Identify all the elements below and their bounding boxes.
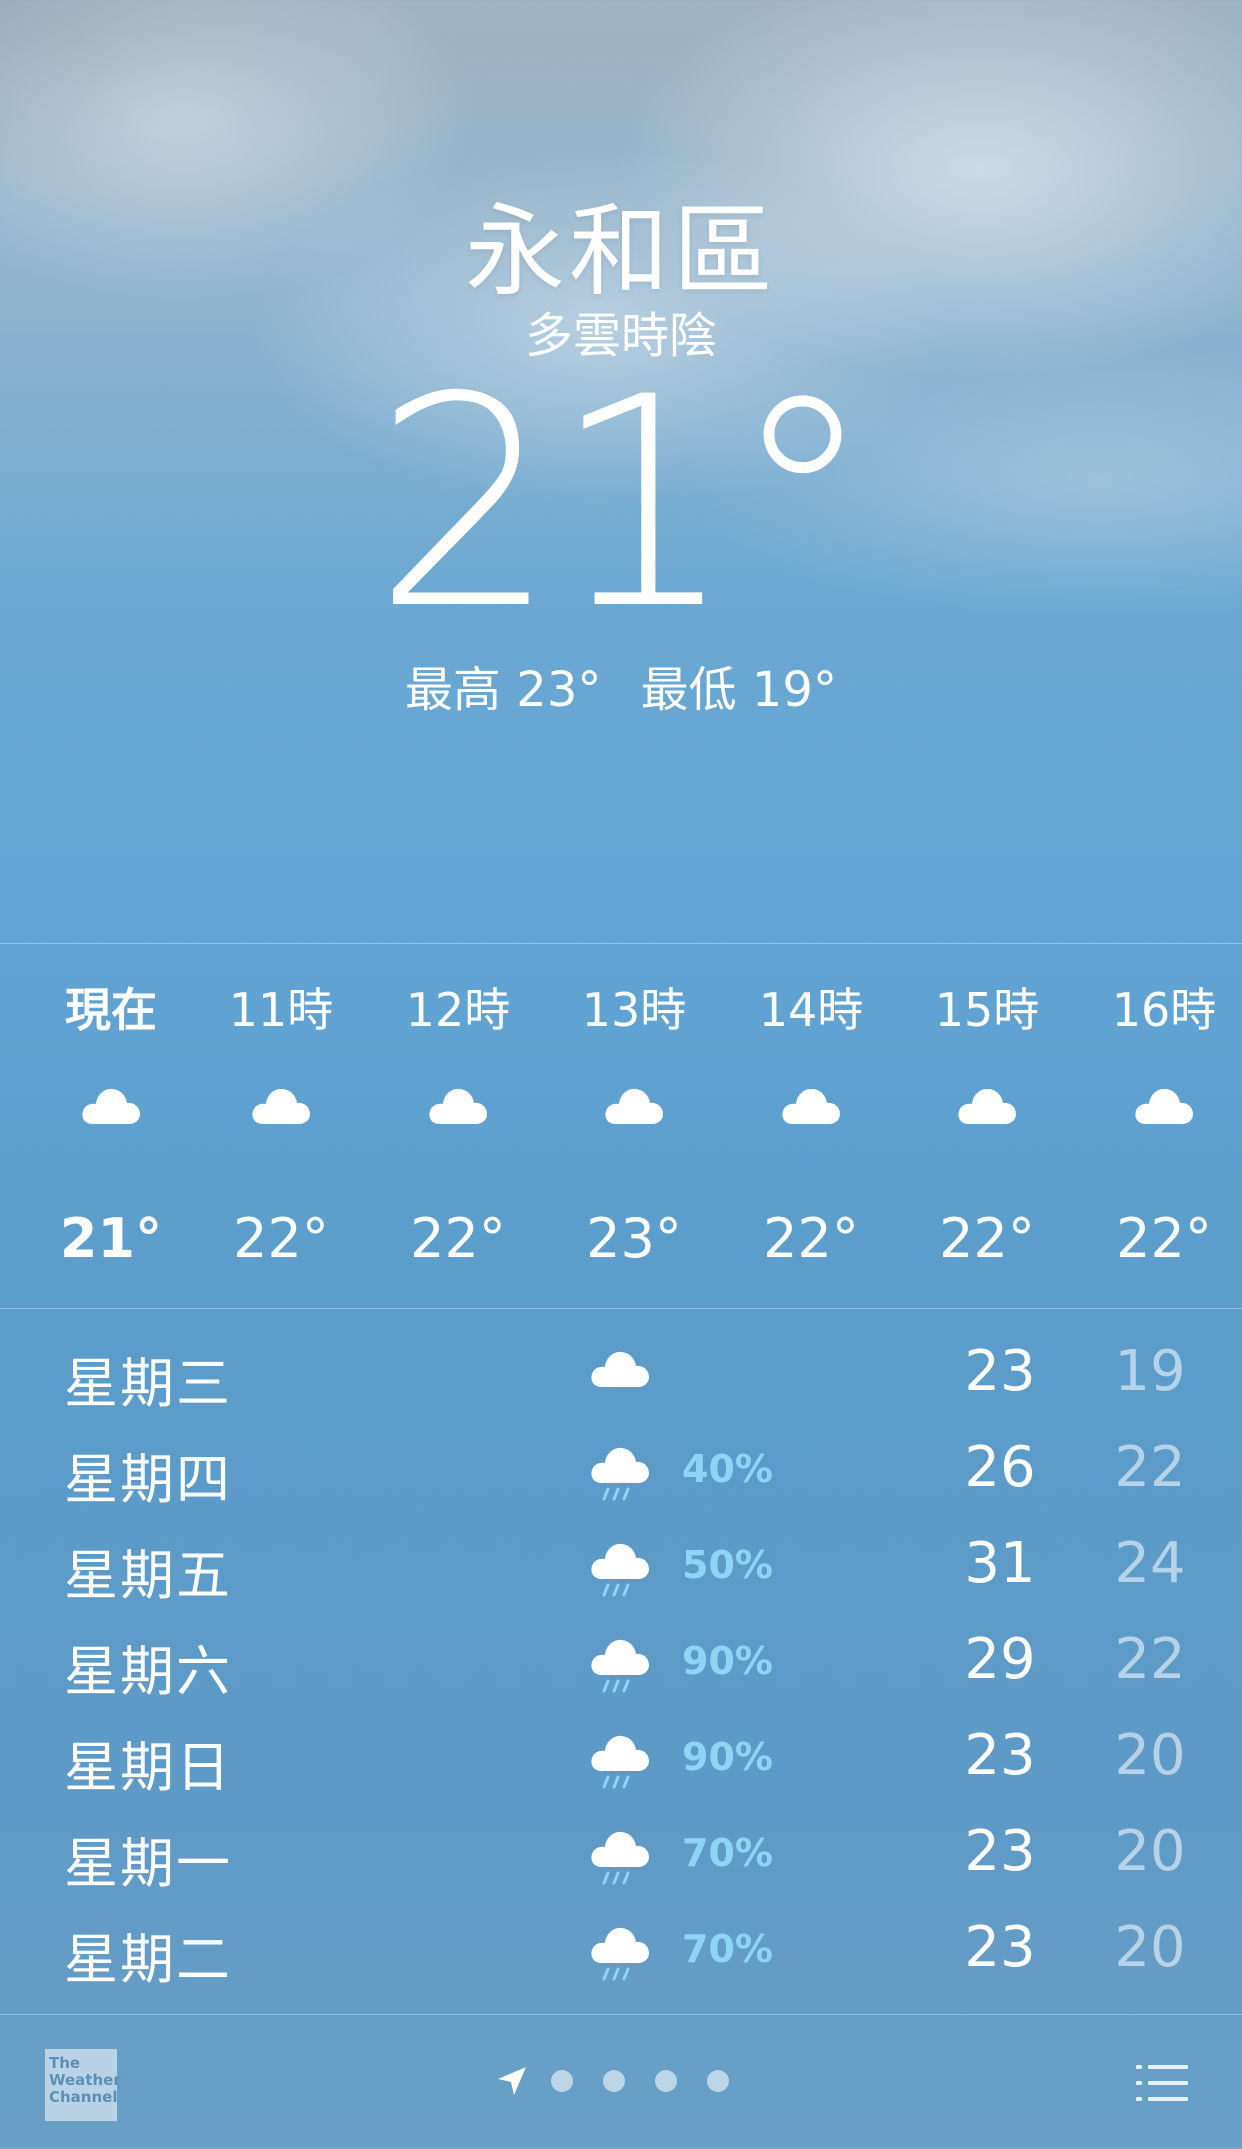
- day-name: 星期四: [64, 1448, 232, 1511]
- hour-temperature: 22°: [763, 1207, 859, 1270]
- hour-label: 15時: [934, 983, 1040, 1037]
- rain-cloud-icon: [588, 1919, 654, 1991]
- page-dot[interactable]: [655, 2070, 677, 2092]
- hour-item: 15時 22°: [899, 944, 1075, 1308]
- hour-temperature: 23°: [586, 1207, 682, 1270]
- day-name: 星期五: [64, 1544, 232, 1607]
- day-low: 22: [1114, 1627, 1186, 1692]
- day-high: 23: [964, 1339, 1036, 1404]
- day-high: 26: [964, 1435, 1036, 1500]
- cloud-icon: [588, 1343, 654, 1415]
- cloud-icon: [723, 1082, 899, 1142]
- day-low: 20: [1114, 1819, 1186, 1884]
- day-high: 23: [964, 1915, 1036, 1980]
- high-temperature: 最高 23°: [405, 662, 602, 718]
- cloud-icon: [899, 1082, 1075, 1142]
- location-arrow-icon: [498, 2067, 526, 2095]
- precip-chance: 90%: [682, 1735, 773, 1779]
- hour-label: 11時: [228, 983, 334, 1037]
- hourly-forecast[interactable]: 現在 21° 11時 22° 12時 22° 13時 23° 14時 22° 1…: [0, 943, 1242, 1309]
- daily-row: 星期四 40% 26 22: [0, 1421, 1242, 1517]
- day-low: 20: [1114, 1915, 1186, 1980]
- bottom-toolbar: The Weather Channel: [0, 2014, 1242, 2149]
- page-dot[interactable]: [707, 2070, 729, 2092]
- hour-label: 13時: [581, 983, 687, 1037]
- page-dot[interactable]: [551, 2070, 573, 2092]
- hour-item: 16時 22°: [1076, 944, 1242, 1308]
- rain-cloud-icon: [588, 1535, 654, 1607]
- day-low: 24: [1114, 1531, 1186, 1596]
- hour-temperature: 22°: [233, 1207, 329, 1270]
- hour-label: 14時: [758, 983, 864, 1037]
- precip-chance: 70%: [682, 1927, 773, 1971]
- daily-row: 星期六 90% 29 22: [0, 1613, 1242, 1709]
- hour-label: 16時: [1111, 983, 1217, 1037]
- precip-chance: 70%: [682, 1831, 773, 1875]
- day-high: 31: [964, 1531, 1036, 1596]
- current-temperature: 21°: [372, 336, 875, 673]
- day-name: 星期一: [64, 1832, 232, 1895]
- weather-channel-logo[interactable]: The Weather Channel: [45, 2049, 121, 2121]
- hour-temperature: 22°: [410, 1207, 506, 1270]
- cloud-icon: [546, 1082, 722, 1142]
- rain-cloud-icon: [588, 1727, 654, 1799]
- page-indicator[interactable]: [496, 2061, 744, 2101]
- day-high: 29: [964, 1627, 1036, 1692]
- day-low: 22: [1114, 1435, 1186, 1500]
- day-low: 20: [1114, 1723, 1186, 1788]
- hour-temperature: 22°: [939, 1207, 1035, 1270]
- cloud-icon: [370, 1082, 546, 1142]
- day-name: 星期六: [64, 1640, 232, 1703]
- day-high: 23: [964, 1819, 1036, 1884]
- rain-cloud-icon: [588, 1823, 654, 1895]
- precip-chance: 90%: [682, 1639, 773, 1683]
- daily-forecast[interactable]: 星期三 23 19 星期四 40% 26 22 星期五 50% 31 24 星期…: [0, 1325, 1242, 2015]
- cloud-icon: [1076, 1082, 1242, 1142]
- day-name: 星期二: [64, 1928, 232, 1991]
- list-icon[interactable]: [1136, 2063, 1188, 2103]
- day-high: 23: [964, 1723, 1036, 1788]
- hour-temperature: 22°: [1116, 1207, 1212, 1270]
- cloud-icon: [193, 1082, 369, 1142]
- hour-label: 12時: [405, 983, 511, 1037]
- hour-item: 現在 21°: [23, 944, 199, 1308]
- daily-row: 星期二 70% 23 20: [0, 1901, 1242, 1997]
- day-low: 19: [1114, 1339, 1186, 1404]
- rain-cloud-icon: [588, 1439, 654, 1511]
- city-name: 永和區: [465, 193, 777, 310]
- daily-row: 星期一 70% 23 20: [0, 1805, 1242, 1901]
- precip-chance: 50%: [682, 1543, 773, 1587]
- daily-row: 星期五 50% 31 24: [0, 1517, 1242, 1613]
- cloud-icon: [23, 1082, 199, 1142]
- day-name: 星期三: [64, 1352, 232, 1415]
- daily-row: 星期三 23 19: [0, 1325, 1242, 1421]
- hour-item: 14時 22°: [723, 944, 899, 1308]
- hour-item: 11時 22°: [193, 944, 369, 1308]
- day-name: 星期日: [64, 1736, 232, 1799]
- hour-item: 12時 22°: [370, 944, 546, 1308]
- precip-chance: 40%: [682, 1447, 773, 1491]
- high-low: 最高 23° 最低 19°: [0, 650, 1242, 720]
- daily-row: 星期日 90% 23 20: [0, 1709, 1242, 1805]
- low-temperature: 最低 19°: [640, 662, 837, 718]
- hour-label: 現在: [65, 983, 157, 1037]
- rain-cloud-icon: [588, 1631, 654, 1703]
- hour-temperature: 21°: [59, 1207, 163, 1270]
- hour-item: 13時 23°: [546, 944, 722, 1308]
- page-dot[interactable]: [603, 2070, 625, 2092]
